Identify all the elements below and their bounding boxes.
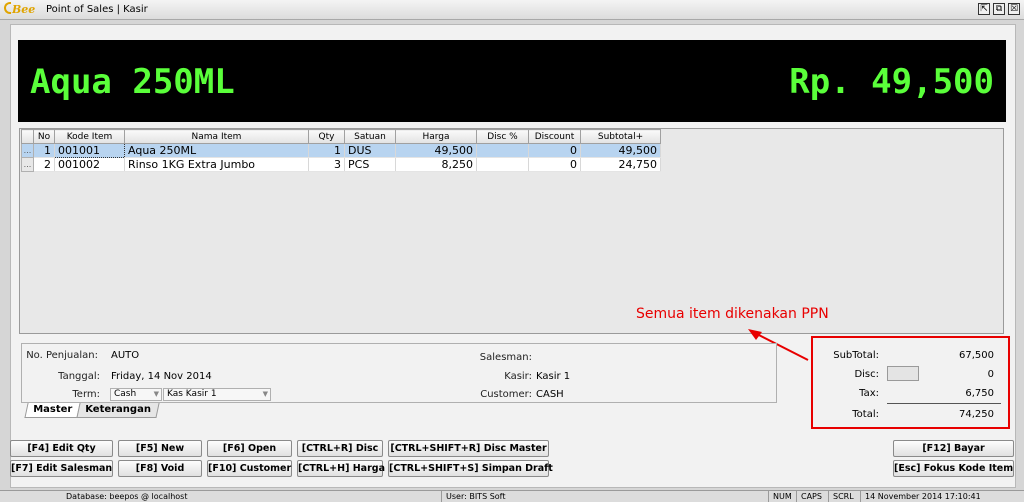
no-penjualan-value[interactable]: AUTO bbox=[111, 350, 139, 361]
total-label: Total: bbox=[852, 409, 879, 420]
status-database: Database: beepos @ localhost bbox=[66, 492, 188, 501]
restore-icon[interactable]: ⧉ bbox=[993, 3, 1005, 15]
void-button[interactable]: [F8] Void bbox=[118, 460, 202, 477]
close-icon[interactable]: ☒ bbox=[1008, 3, 1020, 15]
tax-value: 6,750 bbox=[965, 388, 994, 399]
tax-label: Tax: bbox=[859, 388, 879, 399]
kasir-label: Kasir: bbox=[504, 371, 532, 382]
col-satuan[interactable]: Satuan bbox=[344, 129, 396, 144]
annotation-text: Semua item dikenakan PPN bbox=[636, 306, 829, 322]
subtotal-value: 67,500 bbox=[959, 350, 994, 361]
cell-qty[interactable]: 1 bbox=[308, 143, 345, 158]
simpan-draft-button[interactable]: [CTRL+SHIFT+S] Simpan Draft bbox=[388, 460, 553, 477]
items-table: No Kode Item Nama Item Qty Satuan Harga … bbox=[21, 129, 661, 172]
status-user: User: BITS Soft bbox=[441, 491, 509, 502]
display-total: Rp. 49,500 bbox=[789, 62, 994, 102]
table-row[interactable]: ... 1 001001 Aqua 250ML 1 DUS 49,500 0 4… bbox=[21, 143, 661, 158]
cell-nama: Rinso 1KG Extra Jumbo bbox=[124, 157, 309, 172]
disc-button[interactable]: [CTRL+R] Disc bbox=[297, 440, 383, 457]
col-harga[interactable]: Harga bbox=[395, 129, 477, 144]
customer-label: Customer: bbox=[480, 389, 532, 400]
term-label: Term: bbox=[72, 389, 100, 400]
panel-tabs: Master Keterangan bbox=[24, 403, 160, 418]
cell-qty[interactable]: 3 bbox=[308, 157, 345, 172]
col-nama-item[interactable]: Nama Item bbox=[124, 129, 309, 144]
detach-icon[interactable]: ⇱ bbox=[978, 3, 990, 15]
bayar-button[interactable]: [F12] Bayar bbox=[893, 440, 1014, 457]
chevron-down-icon: ▼ bbox=[262, 390, 268, 398]
cell-disc-pct bbox=[476, 143, 529, 158]
window-title: Point of Sales | Kasir bbox=[46, 4, 148, 15]
cell-kode[interactable]: 001001 bbox=[54, 143, 125, 158]
status-num: NUM bbox=[768, 491, 796, 502]
kasir-value: Kasir 1 bbox=[536, 371, 571, 382]
tab-keterangan[interactable]: Keterangan bbox=[76, 403, 160, 418]
fokus-kode-item-button[interactable]: [Esc] Fokus Kode Item bbox=[893, 460, 1014, 477]
disc-label: Disc: bbox=[854, 369, 879, 380]
open-button[interactable]: [F6] Open bbox=[207, 440, 292, 457]
customer-display: Aqua 250ML Rp. 49,500 bbox=[18, 40, 1006, 122]
cell-satuan: DUS bbox=[344, 143, 396, 158]
tanggal-label: Tanggal: bbox=[58, 371, 100, 382]
chevron-down-icon: ▼ bbox=[153, 390, 159, 398]
master-panel: No. Penjualan: AUTO Tanggal: Friday, 14 … bbox=[21, 343, 777, 403]
cell-satuan: PCS bbox=[344, 157, 396, 172]
title-bar: Bee Point of Sales | Kasir ⇱ ⧉ ☒ bbox=[0, 0, 1024, 20]
new-button[interactable]: [F5] New bbox=[118, 440, 202, 457]
cell-no: 2 bbox=[33, 157, 55, 172]
col-no[interactable]: No bbox=[33, 129, 55, 144]
cell-disc-pct bbox=[476, 157, 529, 172]
status-bar: Database: beepos @ localhost User: BITS … bbox=[0, 490, 1024, 502]
subtotal-label: SubTotal: bbox=[833, 350, 879, 361]
disc-master-button[interactable]: [CTRL+SHIFT+R] Disc Master bbox=[388, 440, 549, 457]
no-penjualan-label: No. Penjualan: bbox=[26, 350, 98, 361]
customer-value[interactable]: CASH bbox=[536, 389, 564, 400]
col-discount[interactable]: Discount bbox=[528, 129, 581, 144]
disc-input[interactable] bbox=[887, 366, 919, 381]
row-handle-header bbox=[21, 129, 34, 144]
tanggal-value[interactable]: Friday, 14 Nov 2014 bbox=[111, 371, 212, 382]
cell-harga: 49,500 bbox=[395, 143, 477, 158]
cell-subtotal: 49,500 bbox=[580, 143, 661, 158]
cell-harga: 8,250 bbox=[395, 157, 477, 172]
harga-button[interactable]: [CTRL+H] Harga bbox=[297, 460, 385, 477]
total-value: 74,250 bbox=[959, 409, 994, 420]
status-scrl: SCRL bbox=[828, 491, 858, 502]
status-datetime: 14 November 2014 17:10:41 bbox=[860, 491, 985, 502]
edit-qty-button[interactable]: [F4] Edit Qty bbox=[10, 440, 113, 457]
disc-value: 0 bbox=[987, 369, 994, 380]
cell-nama: Aqua 250ML bbox=[124, 143, 309, 158]
tab-master[interactable]: Master bbox=[24, 403, 81, 418]
items-grid[interactable]: No Kode Item Nama Item Qty Satuan Harga … bbox=[19, 128, 1004, 334]
cell-discount: 0 bbox=[528, 143, 581, 158]
kas-select[interactable]: Kas Kasir 1 ▼ bbox=[163, 388, 271, 401]
salesman-label: Salesman: bbox=[479, 352, 532, 363]
status-caps: CAPS bbox=[796, 491, 826, 502]
row-handle[interactable]: ... bbox=[21, 157, 34, 172]
edit-salesman-button[interactable]: [F7] Edit Salesman bbox=[10, 460, 113, 477]
cell-kode[interactable]: 001002 bbox=[54, 157, 125, 172]
col-disc-pct[interactable]: Disc % bbox=[476, 129, 529, 144]
table-row[interactable]: ... 2 001002 Rinso 1KG Extra Jumbo 3 PCS… bbox=[21, 157, 661, 172]
col-subtotal[interactable]: Subtotal+ bbox=[580, 129, 661, 144]
col-kode-item[interactable]: Kode Item bbox=[54, 129, 125, 144]
display-item-name: Aqua 250ML bbox=[30, 62, 235, 102]
totals-divider bbox=[887, 403, 1001, 404]
bee-logo: Bee bbox=[4, 2, 35, 18]
cell-no: 1 bbox=[33, 143, 55, 158]
col-qty[interactable]: Qty bbox=[308, 129, 345, 144]
row-handle[interactable]: ... bbox=[21, 143, 34, 158]
cell-discount: 0 bbox=[528, 157, 581, 172]
customer-button[interactable]: [F10] Customer bbox=[207, 460, 292, 477]
cell-subtotal: 24,750 bbox=[580, 157, 661, 172]
totals-panel: SubTotal: 67,500 Disc: 0 Tax: 6,750 Tota… bbox=[811, 336, 1010, 429]
term-select[interactable]: Cash ▼ bbox=[110, 388, 162, 401]
